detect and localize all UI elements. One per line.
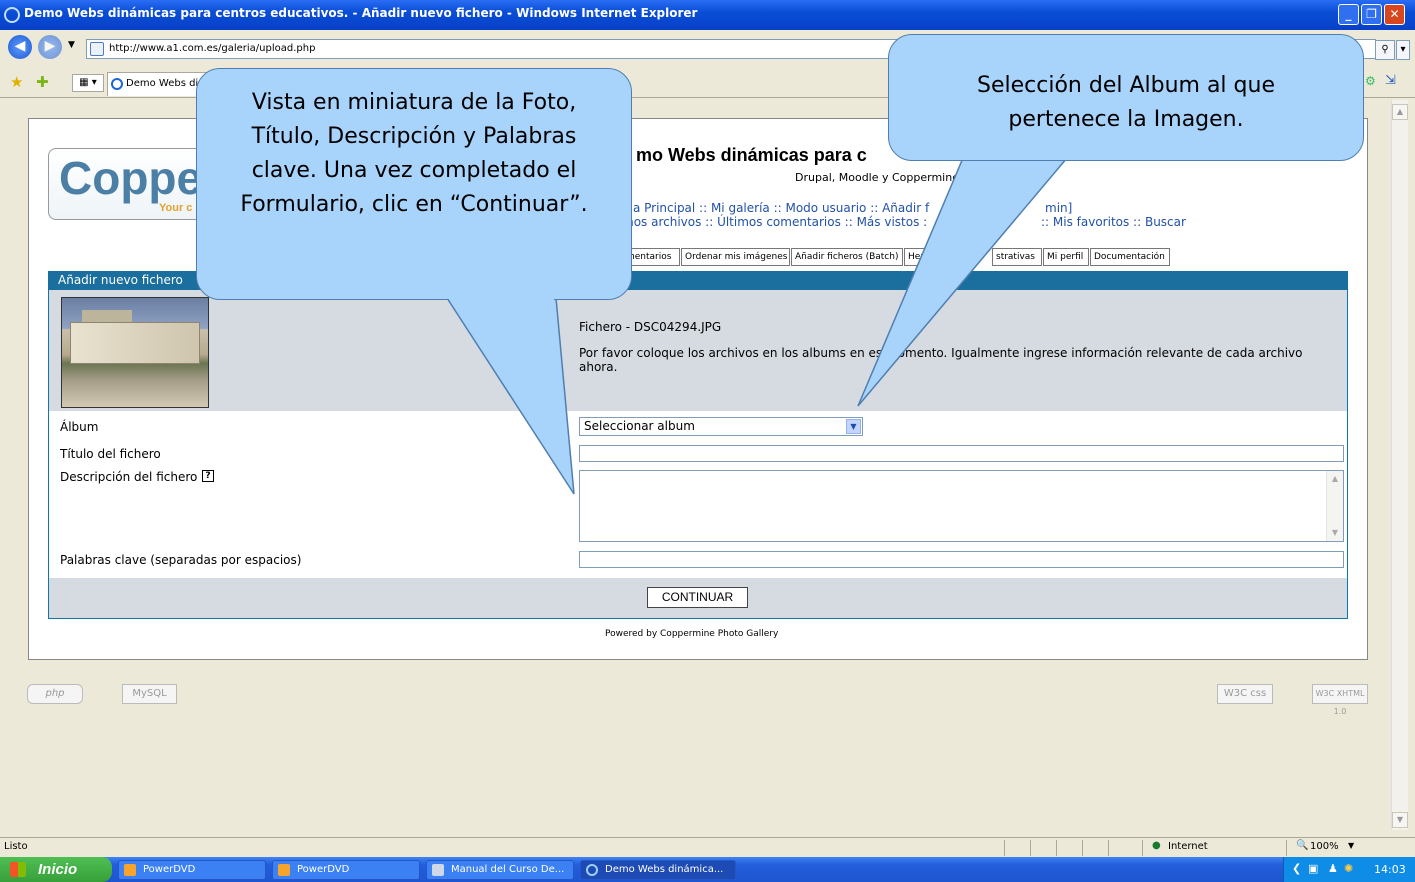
status-divider <box>1082 840 1083 856</box>
left-callout-text: Vista en miniatura de la Foto, Título, D… <box>240 90 588 217</box>
taskbar-item-label: Manual del Curso De... <box>451 864 565 875</box>
left-callout: Vista en miniatura de la Foto, Título, D… <box>196 68 632 300</box>
globe-icon: ● <box>1152 840 1161 851</box>
start-label: Inicio <box>38 861 78 878</box>
taskbar-item[interactable]: PowerDVD <box>272 860 420 880</box>
ie-icon <box>586 864 598 876</box>
status-divider <box>1030 840 1031 856</box>
status-divider <box>1286 840 1287 856</box>
powerdvd-icon <box>278 864 290 876</box>
left-callout-joint <box>449 294 554 300</box>
right-callout-text: Selección del Album al que pertenece la … <box>977 73 1275 132</box>
tray-expand-icon[interactable]: ❮ <box>1292 862 1301 875</box>
user-icon[interactable]: ♟ <box>1328 862 1338 875</box>
powerdvd-icon <box>124 864 136 876</box>
taskbar-item-label: PowerDVD <box>143 864 196 875</box>
taskbar-item[interactable]: PowerDVD <box>118 860 266 880</box>
zoom-level[interactable]: 100% <box>1310 841 1339 852</box>
folder-icon <box>432 864 444 876</box>
zoom-icon[interactable]: 🔍 <box>1296 840 1308 851</box>
clock: 14:03 <box>1374 863 1406 876</box>
system-tray: ❮ ▣ ♟ ✺ 14:03 <box>1283 857 1415 882</box>
zone-text: Internet <box>1168 841 1208 852</box>
right-callout-pointer <box>857 157 1069 407</box>
taskbar-item-active[interactable]: Demo Webs dinámica... <box>580 860 736 880</box>
status-divider <box>1056 840 1057 856</box>
zoom-dropdown-icon[interactable]: ▼ <box>1348 841 1354 850</box>
security-icon[interactable]: ✺ <box>1344 862 1353 875</box>
right-callout-joint <box>965 155 1065 160</box>
right-callout: Selección del Album al que pertenece la … <box>888 34 1364 161</box>
taskbar-item-label: PowerDVD <box>297 864 350 875</box>
taskbar-item-label: Demo Webs dinámica... <box>605 864 724 875</box>
status-bar: Listo ● Internet 🔍 100% ▼ <box>0 837 1415 857</box>
status-text: Listo <box>4 841 28 852</box>
network-icon[interactable]: ▣ <box>1308 862 1318 875</box>
status-divider <box>1004 840 1005 856</box>
left-callout-pointer <box>445 297 575 495</box>
windows-flag-icon <box>10 862 26 877</box>
status-divider <box>1108 840 1109 856</box>
taskbar-item[interactable]: Manual del Curso De... <box>426 860 574 880</box>
start-button[interactable]: Inicio <box>0 857 112 882</box>
status-divider <box>1142 840 1143 856</box>
